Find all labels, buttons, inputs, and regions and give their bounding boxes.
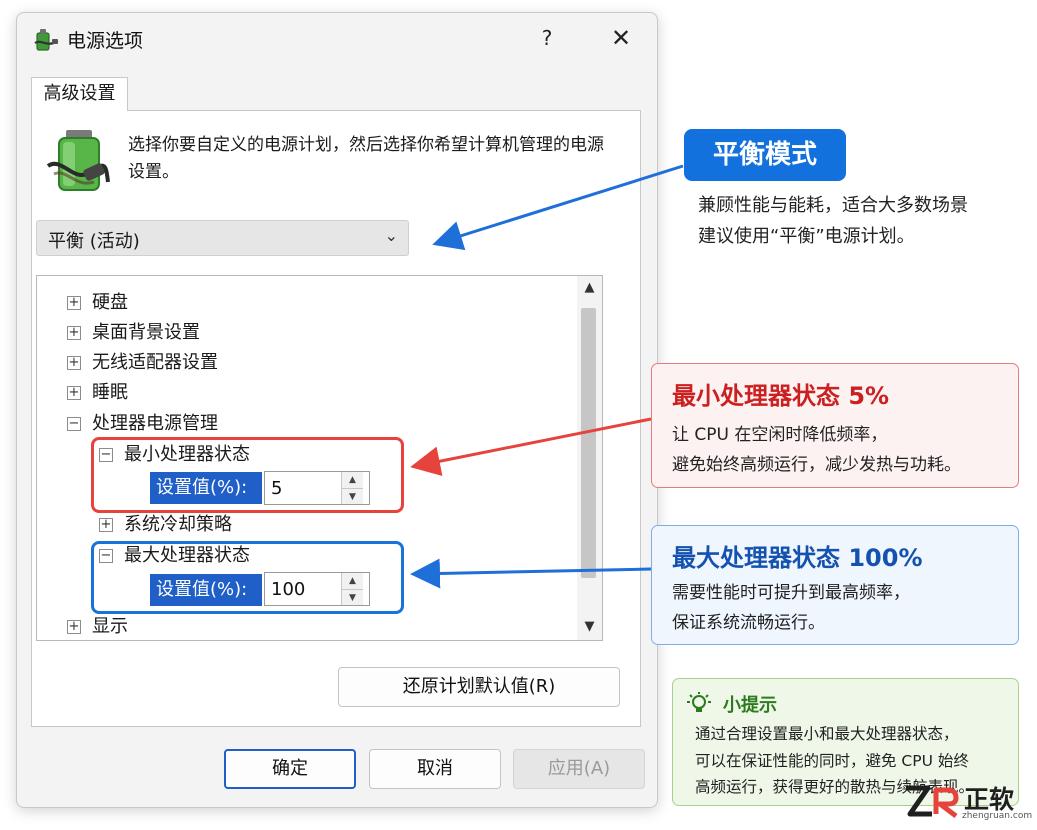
max-setting-stepper[interactable]: ▲ ▼ [264,572,370,606]
close-icon[interactable]: ✕ [603,20,639,56]
collapse-icon[interactable]: − [67,417,81,431]
power-plan-select[interactable]: 平衡 (活动) ⌄ [36,220,409,256]
watermark-logo: 正软 zhengruan.com [902,778,1032,828]
ok-button[interactable]: 确定 [224,749,356,789]
stepper-down-icon[interactable]: ▼ [342,589,363,605]
scroll-thumb[interactable] [581,308,596,578]
balanced-note-line2: 建议使用“平衡”电源计划。 [698,226,915,247]
min-state-card-line2: 避免始终高频运行，减少发热与功耗。 [672,455,961,475]
cancel-button[interactable]: 取消 [369,749,501,789]
stepper-up-icon[interactable]: ▲ [342,573,363,589]
help-button[interactable]: ? [531,20,563,56]
expand-icon[interactable]: + [67,356,81,370]
max-state-card-line2: 保证系统流畅运行。 [672,613,825,633]
collapse-icon[interactable]: − [99,448,113,462]
balanced-mode-badge: 平衡模式 [684,129,846,181]
max-setting-input[interactable] [265,573,339,605]
balanced-note-line1: 兼顾性能与能耗，适合大多数场景 [698,195,968,216]
chevron-down-icon: ⌄ [384,226,398,245]
lightbulb-icon [687,692,711,712]
watermark-icon [906,785,959,818]
tree-scrollbar[interactable]: ▲ ▼ [577,276,602,640]
min-state-card-line1: 让 CPU 在空闲时降低频率， [672,425,888,445]
restore-defaults-button[interactable]: 还原计划默认值(R) [338,667,620,707]
scroll-up-icon[interactable]: ▲ [577,280,602,295]
max-state-card: 最大处理器状态 100% 需要性能时可提升到最高频率， 保证系统流畅运行。 [651,525,1019,645]
power-options-icon [34,29,58,51]
battery-plug-icon [46,130,110,191]
max-state-card-title: 最大处理器状态 100% [672,544,923,572]
min-setting-input[interactable] [265,472,339,504]
stepper-up-icon[interactable]: ▲ [342,472,363,488]
expand-icon[interactable]: + [67,386,81,400]
power-plan-value: 平衡 (活动) [48,231,140,252]
window-title: 电源选项 [67,30,144,52]
min-state-card-title: 最小处理器状态 5% [672,382,890,410]
tip-line1: 通过合理设置最小和最大处理器状态， [695,725,959,743]
collapse-icon[interactable]: − [99,549,113,563]
scroll-down-icon[interactable]: ▼ [577,619,602,634]
tab-advanced-settings[interactable]: 高级设置 [31,77,128,111]
expand-icon[interactable]: + [67,620,81,634]
expand-icon[interactable]: + [67,296,81,310]
tip-title: 小提示 [723,695,777,716]
max-state-card-line1: 需要性能时可提升到最高频率， [672,583,910,603]
watermark-url: zhengruan.com [962,811,1033,821]
stepper-down-icon[interactable]: ▼ [342,488,363,504]
tip-line2: 可以在保证性能的同时，避免 CPU 始终 [695,751,969,770]
min-setting-stepper[interactable]: ▲ ▼ [264,471,370,505]
title-bar: 电源选项 ? ✕ [17,13,657,63]
max-setting-label: 设置值(%): [150,574,262,606]
dialog-description: 选择你要自定义的电源计划，然后选择你希望计算机管理的电源设置。 [128,135,604,182]
apply-button[interactable]: 应用(A) [513,749,645,789]
min-state-card: 最小处理器状态 5% 让 CPU 在空闲时降低频率， 避免始终高频运行，减少发热… [651,363,1019,488]
min-setting-label: 设置值(%): [150,472,262,504]
expand-icon[interactable]: + [67,326,81,340]
expand-icon[interactable]: + [99,518,113,532]
